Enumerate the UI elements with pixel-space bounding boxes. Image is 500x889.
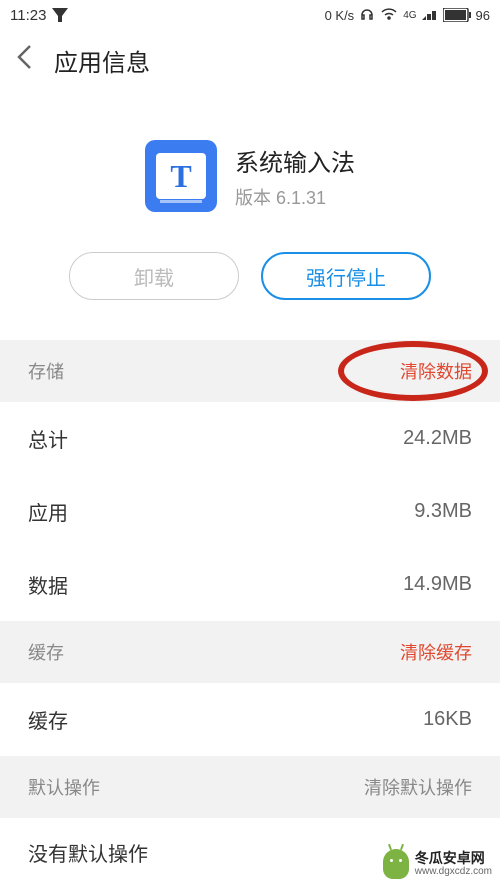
cache-label: 缓存	[28, 639, 64, 665]
uninstall-button[interactable]: 卸载	[69, 252, 239, 300]
signal-icon	[422, 8, 438, 23]
page-title: 应用信息	[54, 43, 150, 78]
force-stop-button[interactable]: 强行停止	[261, 252, 431, 300]
default-ops-section-header: 默认操作 清除默认操作	[0, 756, 500, 818]
app-info-section: T 系统输入法 版本 6.1.31	[0, 90, 500, 242]
cache-row: 缓存 16KB	[0, 683, 500, 756]
battery-percent: 96	[476, 8, 490, 23]
storage-row-app: 应用 9.3MB	[0, 475, 500, 548]
watermark: 冬瓜安卓网 www.dgxcdz.com	[383, 849, 492, 879]
app-version: 版本 6.1.31	[235, 184, 355, 210]
app-icon: T	[145, 140, 217, 212]
headphones-icon	[359, 6, 375, 25]
app-name: 系统输入法	[235, 143, 355, 178]
storage-section-header: 存储 清除数据	[0, 340, 500, 402]
cache-section-header: 缓存 清除缓存	[0, 621, 500, 683]
back-button[interactable]	[16, 44, 32, 77]
wifi-icon	[380, 7, 398, 24]
watermark-url: www.dgxcdz.com	[415, 866, 492, 877]
signal-label: 4G	[403, 10, 416, 21]
clear-default-button[interactable]: 清除默认操作	[364, 774, 472, 800]
clear-cache-button[interactable]: 清除缓存	[400, 639, 472, 665]
highlight-annotation	[338, 341, 488, 401]
android-mascot-icon	[383, 849, 409, 879]
status-time: 11:23	[10, 7, 46, 24]
status-bar: 11:23 0 K/s 4G 96	[0, 0, 500, 30]
battery-icon	[443, 8, 471, 22]
notification-icon	[52, 8, 68, 22]
header: 应用信息	[0, 30, 500, 90]
storage-label: 存储	[28, 358, 64, 384]
network-speed: 0 K/s	[325, 8, 355, 23]
action-buttons: 卸载 强行停止	[0, 242, 500, 340]
storage-row-total: 总计 24.2MB	[0, 402, 500, 475]
storage-row-data: 数据 14.9MB	[0, 548, 500, 621]
watermark-name: 冬瓜安卓网	[415, 851, 492, 866]
default-ops-label: 默认操作	[28, 774, 100, 800]
